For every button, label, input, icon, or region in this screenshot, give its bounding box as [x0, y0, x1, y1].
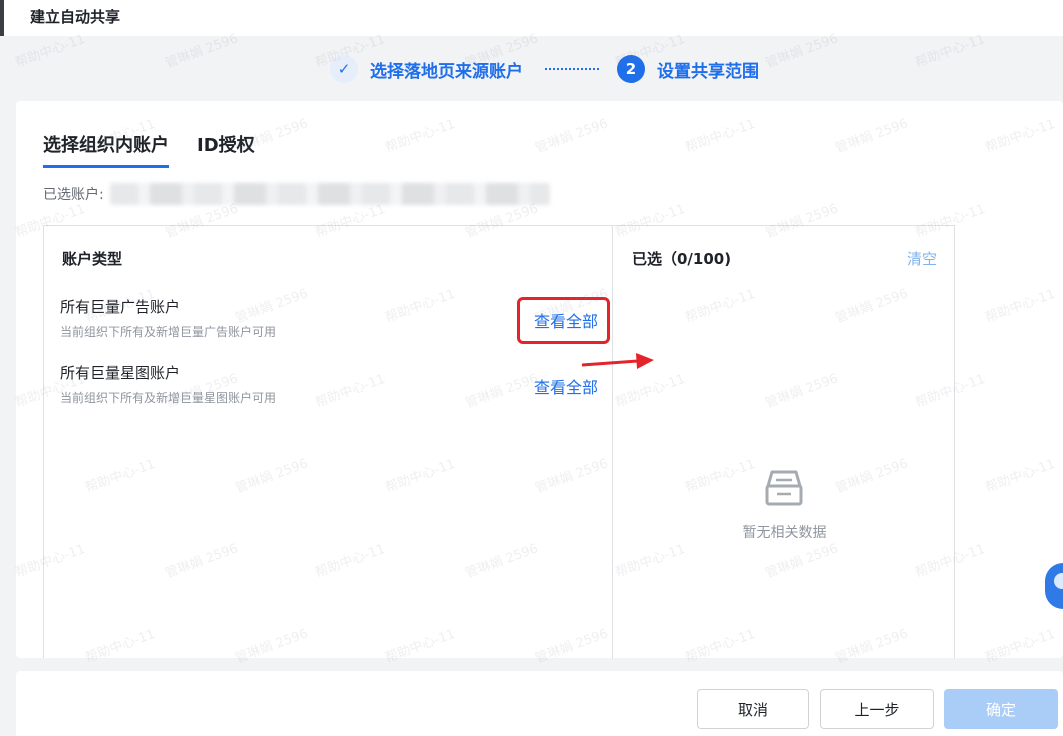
step-2-number: 2 — [617, 55, 645, 83]
previous-step-button[interactable]: 上一步 — [820, 689, 934, 729]
title-accent-bar — [0, 0, 4, 36]
transfer-panel: 账户类型 所有巨量广告账户 当前组织下所有及新增巨量广告账户可用 查看全部 所有… — [43, 225, 955, 659]
tab-org-accounts[interactable]: 选择组织内账户 — [43, 131, 169, 168]
clear-button[interactable]: 清空 — [907, 248, 937, 269]
dialog-title: 建立自动共享 — [30, 8, 121, 26]
selected-accounts-row: 已选账户: — [43, 183, 550, 205]
main-card: 选择组织内账户 ID授权 已选账户: 账户类型 所有巨量广告账户 当前组织下所有… — [16, 101, 1063, 659]
assistant-face — [1054, 573, 1063, 589]
confirm-button[interactable]: 确定 — [944, 689, 1058, 729]
account-item-xingtu: 所有巨量星图账户 当前组织下所有及新增巨量星图账户可用 查看全部 — [60, 362, 600, 414]
dialog-footer: 取消 上一步 确定 — [16, 671, 1063, 736]
selected-accounts-blurred — [109, 183, 550, 205]
cancel-button[interactable]: 取消 — [697, 689, 809, 729]
step-1-label: 选择落地页来源账户 — [370, 61, 523, 82]
selected-accounts-label: 已选账户: — [43, 187, 104, 203]
step-2-label: 设置共享范围 — [657, 61, 759, 82]
title-bar: 建立自动共享 — [0, 0, 1063, 36]
tab-bar: 选择组织内账户 ID授权 — [43, 131, 283, 168]
account-item-desc: 当前组织下所有及新增巨量星图账户可用 — [60, 391, 277, 405]
selected-pane: 已选（0/100) 清空 暂无相关数据 — [614, 226, 955, 659]
tab-id-authorization[interactable]: ID授权 — [197, 131, 255, 168]
account-type-header: 账户类型 — [62, 250, 123, 268]
step-indicator: ✓ 选择落地页来源账户 2 设置共享范围 — [330, 54, 759, 84]
selected-count-header: 已选（0/100) — [632, 250, 732, 268]
empty-state-text: 暂无相关数据 — [742, 525, 827, 541]
inbox-icon — [765, 470, 803, 506]
view-all-xingtu-accounts-button[interactable]: 查看全部 — [534, 374, 598, 398]
account-item-name: 所有巨量星图账户 — [60, 364, 181, 382]
step-connector — [545, 68, 599, 70]
account-type-pane: 账户类型 所有巨量广告账户 当前组织下所有及新增巨量广告账户可用 查看全部 所有… — [44, 226, 613, 659]
step-1-check-icon: ✓ — [330, 55, 358, 83]
highlight-annotation-box — [517, 297, 610, 344]
